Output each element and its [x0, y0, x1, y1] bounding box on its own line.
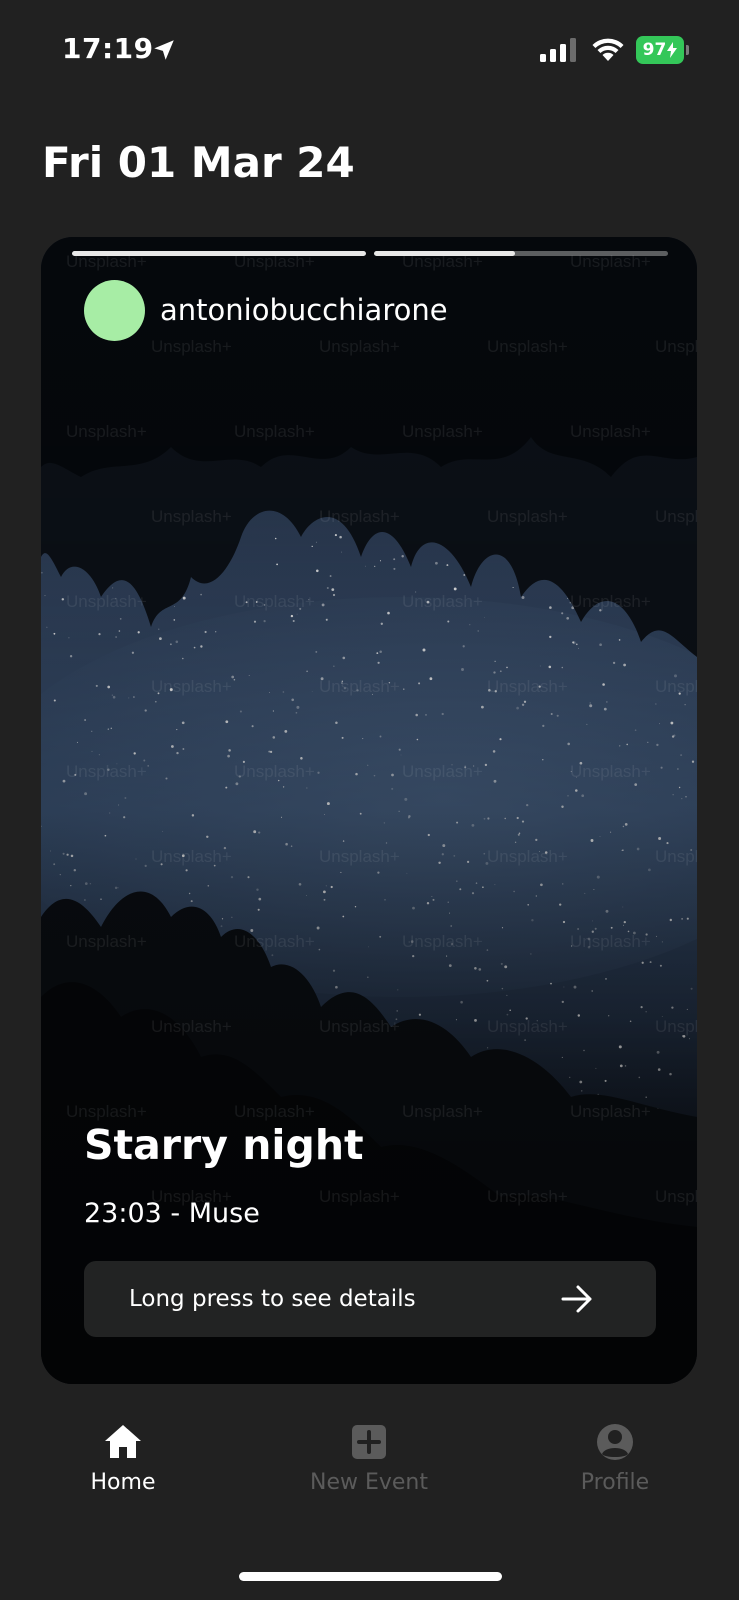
svg-text:Unsplash+: Unsplash+ — [234, 422, 315, 441]
svg-text:Unsplash+: Unsplash+ — [402, 762, 483, 781]
tab-bar: Home New Event Profile — [0, 1420, 739, 1530]
tab-new-event-label: New Event — [309, 1470, 428, 1495]
story-progress-segment — [72, 251, 366, 256]
wifi-icon — [592, 38, 624, 61]
svg-text:Unsplash+: Unsplash+ — [151, 337, 232, 356]
person-circle-icon — [597, 1424, 633, 1460]
story-progress-segment — [374, 251, 668, 256]
svg-text:Unsplash+: Unsplash+ — [319, 337, 400, 356]
svg-text:Unsplash+: Unsplash+ — [151, 847, 232, 866]
tab-home[interactable]: Home — [43, 1420, 203, 1520]
details-button-label: Long press to see details — [129, 1286, 416, 1312]
svg-text:Unsplash+: Unsplash+ — [234, 762, 315, 781]
svg-text:Unsplash+: Unsplash+ — [66, 932, 147, 951]
svg-text:Unsplash+: Unsplash+ — [570, 932, 651, 951]
svg-text:Unsplash+: Unsplash+ — [151, 507, 232, 526]
svg-text:Unsplash+: Unsplash+ — [655, 1017, 697, 1036]
svg-text:Unsplash+: Unsplash+ — [487, 337, 568, 356]
svg-text:Unsplash+: Unsplash+ — [487, 1187, 568, 1206]
plus-square-icon — [352, 1425, 386, 1459]
screen: 17:19 97 Fri 01 Mar 24 Unsplash+ Unsplas… — [0, 0, 739, 1600]
svg-text:Unsplash+: Unsplash+ — [66, 422, 147, 441]
svg-text:Unsplash+: Unsplash+ — [487, 1017, 568, 1036]
cellular-signal-icon — [540, 38, 576, 62]
story-progress — [72, 251, 668, 257]
story-progress-fill — [72, 251, 366, 256]
svg-text:Unsplash+: Unsplash+ — [655, 1187, 697, 1206]
svg-text:Unsplash+: Unsplash+ — [319, 847, 400, 866]
tab-home-label: Home — [90, 1470, 156, 1495]
svg-text:Unsplash+: Unsplash+ — [570, 1102, 651, 1121]
svg-text:Unsplash+: Unsplash+ — [487, 847, 568, 866]
svg-text:Unsplash+: Unsplash+ — [655, 337, 697, 356]
svg-text:Unsplash+: Unsplash+ — [655, 677, 697, 696]
event-title: Starry night — [84, 1121, 364, 1169]
svg-text:Unsplash+: Unsplash+ — [319, 507, 400, 526]
svg-text:Unsplash+: Unsplash+ — [151, 1017, 232, 1036]
home-icon — [105, 1425, 141, 1458]
avatar[interactable] — [84, 280, 145, 341]
svg-text:Unsplash+: Unsplash+ — [402, 932, 483, 951]
svg-text:Unsplash+: Unsplash+ — [319, 1187, 400, 1206]
svg-text:Unsplash+: Unsplash+ — [570, 762, 651, 781]
tab-profile[interactable]: Profile — [535, 1420, 695, 1520]
battery-tip — [686, 45, 689, 55]
svg-text:Unsplash+: Unsplash+ — [66, 1102, 147, 1121]
battery-body: 97 — [636, 36, 684, 64]
status-bar: 17:19 97 — [0, 0, 739, 100]
story-progress-fill — [374, 251, 516, 256]
story-card[interactable]: Unsplash+ Unsplash+ Unsplash+ Unsplash+ Unsp… — [41, 237, 697, 1384]
charging-bolt-icon — [667, 42, 678, 58]
tab-profile-label: Profile — [580, 1470, 650, 1495]
event-time-location: 23:03 - Muse — [84, 1198, 260, 1229]
battery-level: 97 — [642, 40, 667, 60]
battery-indicator: 97 — [636, 36, 689, 64]
svg-text:Unsplash+: Unsplash+ — [487, 677, 568, 696]
svg-text:Unsplash+: Unsplash+ — [234, 1102, 315, 1121]
svg-text:Unsplash+: Unsplash+ — [655, 847, 697, 866]
status-time: 17:19 — [62, 32, 154, 65]
svg-text:Unsplash+: Unsplash+ — [234, 592, 315, 611]
tab-new-event[interactable]: New Event — [289, 1420, 449, 1520]
svg-text:Unsplash+: Unsplash+ — [319, 1017, 400, 1036]
arrow-right-icon — [561, 1285, 592, 1313]
svg-text:Unsplash+: Unsplash+ — [402, 592, 483, 611]
page-title: Fri 01 Mar 24 — [42, 138, 355, 187]
username[interactable]: antoniobucchiarone — [160, 293, 448, 327]
details-button[interactable]: Long press to see details — [84, 1261, 656, 1337]
svg-text:Unsplash+: Unsplash+ — [151, 677, 232, 696]
svg-text:Unsplash+: Unsplash+ — [402, 422, 483, 441]
svg-text:Unsplash+: Unsplash+ — [570, 592, 651, 611]
svg-text:Unsplash+: Unsplash+ — [66, 762, 147, 781]
svg-text:Unsplash+: Unsplash+ — [487, 507, 568, 526]
svg-text:Unsplash+: Unsplash+ — [319, 677, 400, 696]
svg-text:Unsplash+: Unsplash+ — [234, 932, 315, 951]
home-indicator — [239, 1572, 502, 1581]
svg-text:Unsplash+: Unsplash+ — [570, 422, 651, 441]
svg-text:Unsplash+: Unsplash+ — [402, 1102, 483, 1121]
location-arrow-icon — [154, 40, 174, 60]
svg-text:Unsplash+: Unsplash+ — [66, 592, 147, 611]
svg-text:Unsplash+: Unsplash+ — [655, 507, 697, 526]
